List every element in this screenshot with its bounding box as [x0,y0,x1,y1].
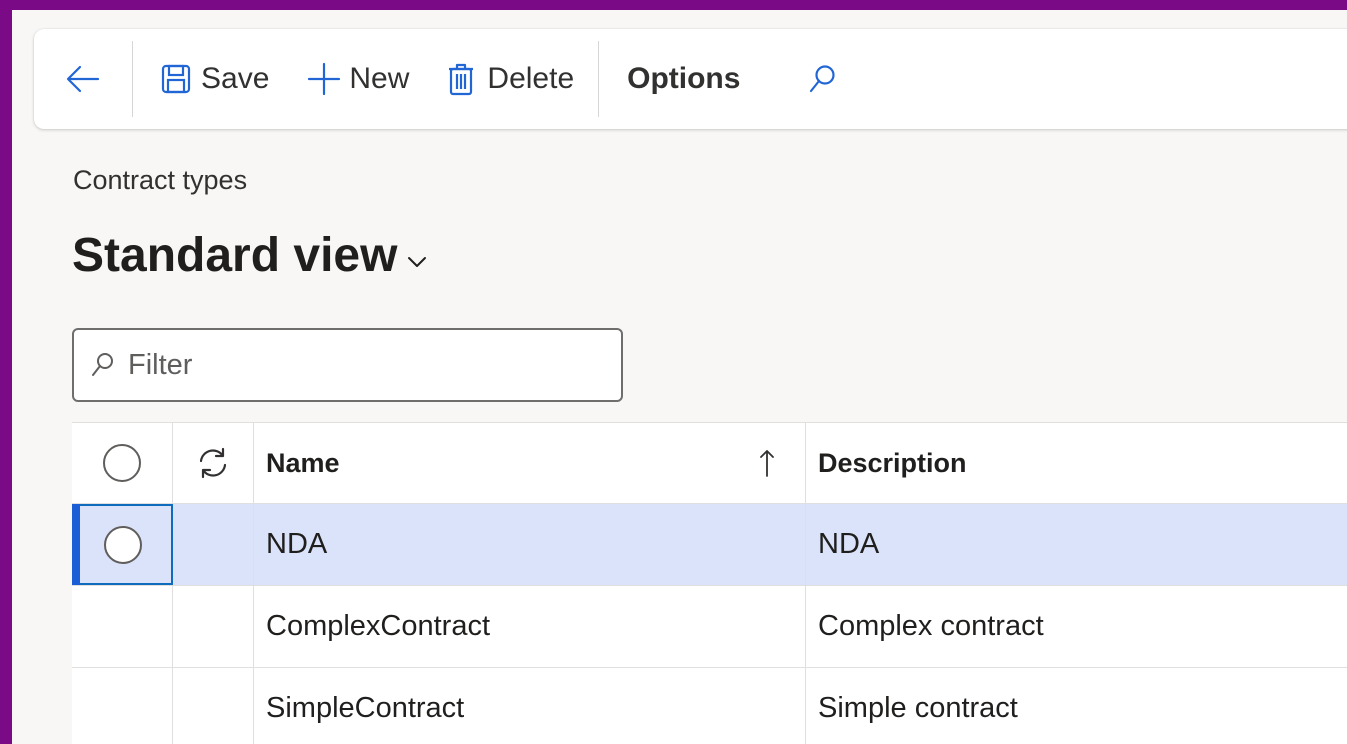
delete-button[interactable]: Delete [409,29,598,129]
name-value: SimpleContract [266,692,465,724]
row-select-cell[interactable] [72,668,173,744]
plus-icon [308,62,341,96]
page-title: Standard view [72,229,398,282]
column-header-name[interactable]: Name [254,423,806,503]
row-spacer-cell [173,586,254,667]
description-value: NDA [818,528,880,560]
description-value: Simple contract [818,692,1018,724]
table-row[interactable]: SimpleContract Simple contract [72,668,1347,744]
options-label: Options [627,62,741,95]
page-subtitle: Contract types [73,165,248,195]
new-label: New [349,62,410,95]
app-window: Save New Delete Options Contract types S… [12,10,1347,744]
toolbar-search-button[interactable] [740,29,836,129]
filter-box[interactable] [72,328,623,402]
chevron-down-icon [408,256,427,267]
table-row[interactable]: NDA NDA [72,504,1347,586]
sort-ascending-icon[interactable] [759,448,775,478]
refresh-icon[interactable] [196,446,230,480]
description-value: Complex contract [818,610,1044,642]
select-all-radio[interactable] [103,444,141,482]
name-value: ComplexContract [266,610,491,642]
row-spacer-cell [173,504,254,585]
save-icon [161,64,191,94]
view-selector[interactable]: Standard view [72,228,427,283]
contract-types-grid: Name Description NDA NDA ComplexContract… [72,422,1347,744]
row-select-cell[interactable] [72,504,173,585]
description-cell[interactable]: Complex contract [806,586,1347,667]
name-cell[interactable]: NDA [254,504,806,585]
search-icon [92,353,113,376]
row-select-cell[interactable] [72,586,173,667]
filter-input[interactable] [128,348,608,382]
row-select-radio[interactable] [103,525,142,564]
name-cell[interactable]: ComplexContract [254,586,806,667]
search-icon [810,65,836,93]
column-header-description[interactable]: Description [806,423,1347,503]
new-button[interactable]: New [269,29,409,129]
grid-header-row: Name Description [72,423,1347,504]
select-all-cell[interactable] [72,423,173,503]
description-cell[interactable]: NDA [806,504,1347,585]
column-header-name-label: Name [266,447,340,478]
save-button[interactable]: Save [133,29,269,129]
back-button[interactable] [34,29,132,129]
name-value: NDA [266,528,328,560]
row-spacer-cell [173,668,254,744]
name-cell[interactable]: SimpleContract [254,668,806,744]
trash-icon [449,63,474,96]
refresh-cell[interactable] [173,423,254,503]
table-row[interactable]: ComplexContract Complex contract [72,586,1347,668]
options-tab[interactable]: Options [599,29,740,129]
column-header-description-label: Description [818,447,967,478]
action-pane: Save New Delete Options [34,29,1347,129]
delete-label: Delete [487,62,575,95]
save-label: Save [201,62,270,95]
description-cell[interactable]: Simple contract [806,668,1347,744]
back-arrow-icon [66,65,100,93]
